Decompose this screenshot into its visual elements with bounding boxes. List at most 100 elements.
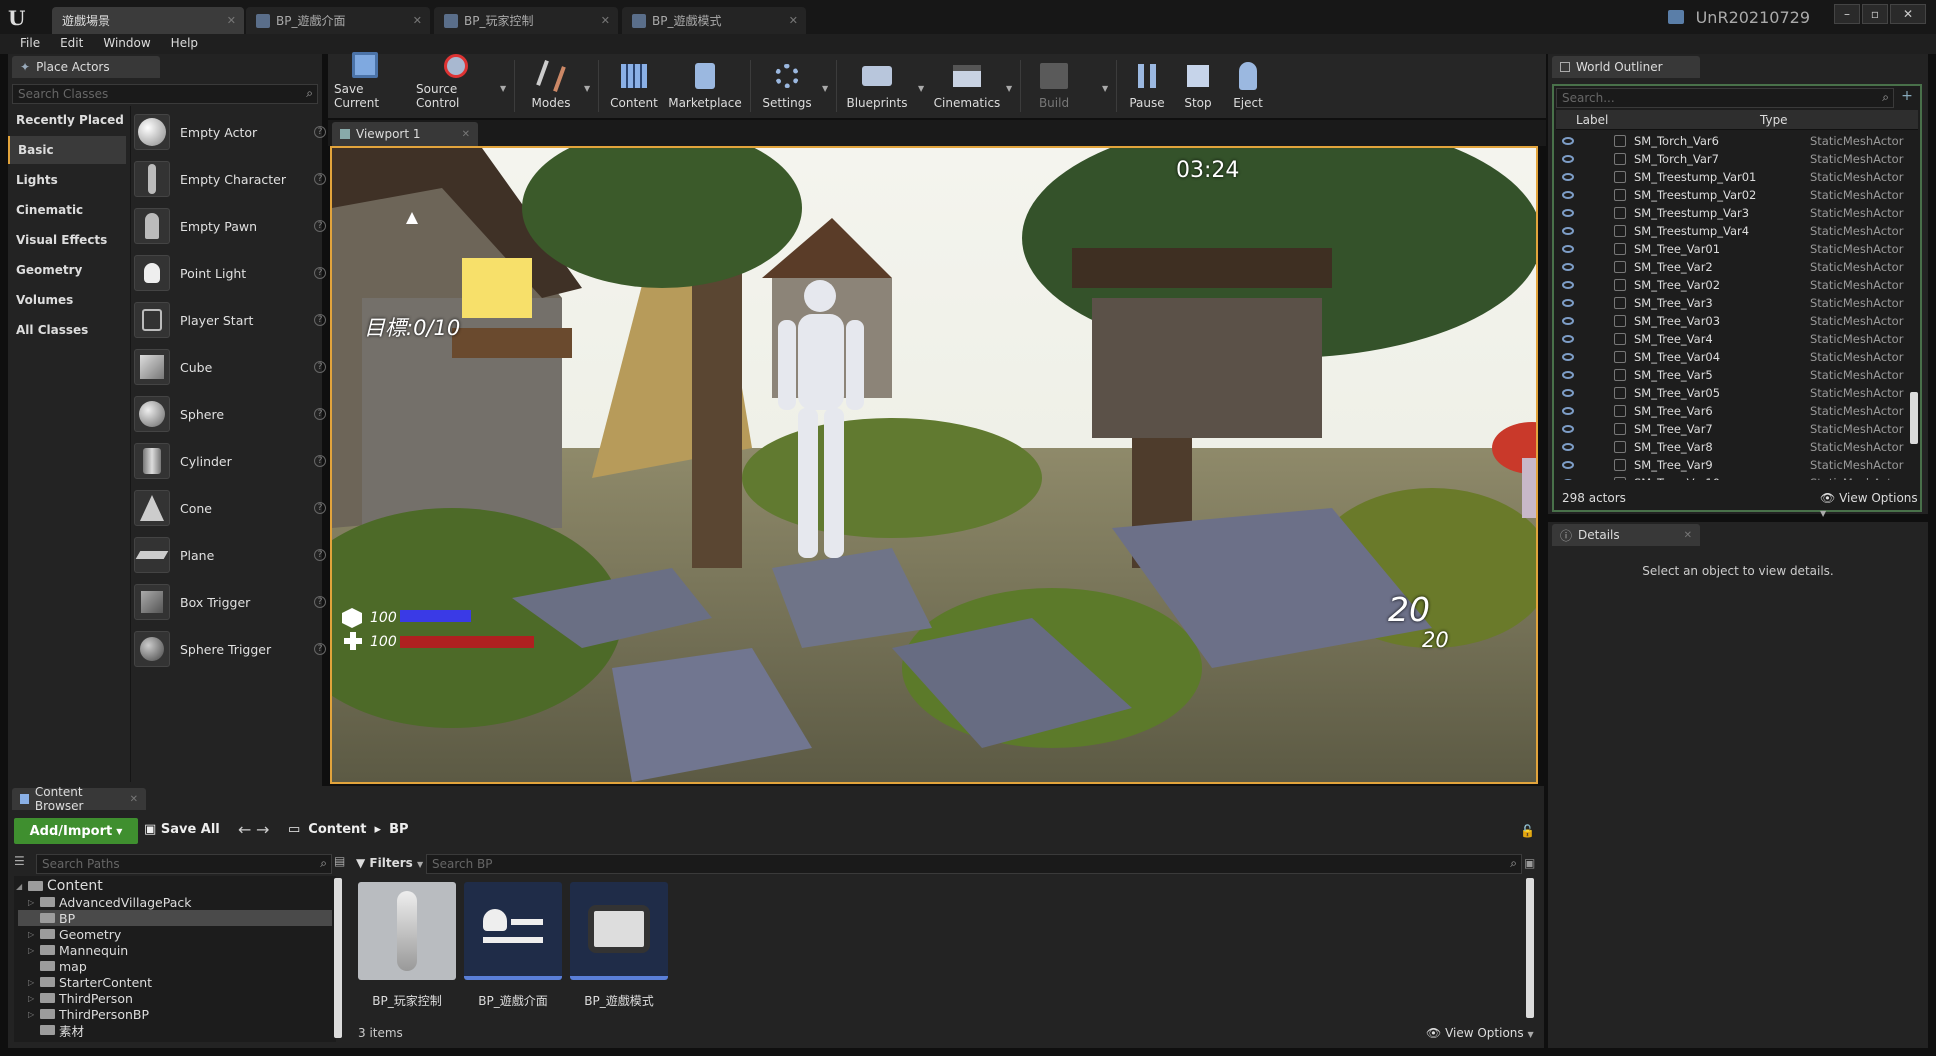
outliner-row[interactable]: SM_Treestump_Var4 StaticMeshActor (1556, 222, 1908, 240)
actor-item-empty-character[interactable]: Empty Character ? (134, 157, 326, 201)
outliner-row[interactable]: SM_Tree_Var5 StaticMeshActor (1556, 366, 1908, 384)
tree-item-thirdperson[interactable]: ▷ ThirdPerson (28, 990, 133, 1006)
tree-item-mannequin[interactable]: ▷ Mannequin (28, 942, 128, 958)
help-icon[interactable]: ? (314, 220, 326, 232)
category-cinematic[interactable]: Cinematic (8, 196, 126, 224)
close-window-button[interactable]: ✕ (1890, 4, 1926, 24)
back-arrow-icon[interactable]: ← (238, 820, 251, 839)
outliner-row[interactable]: SM_Tree_Var6 StaticMeshActor (1556, 402, 1908, 420)
save-all-button[interactable]: ▣ Save All (144, 822, 220, 837)
visibility-eye-icon[interactable] (1562, 371, 1574, 379)
search-paths-input[interactable]: Search Paths ⌕ (36, 854, 332, 874)
help-icon[interactable]: ? (314, 455, 326, 467)
visibility-eye-icon[interactable] (1562, 335, 1574, 343)
visibility-eye-icon[interactable] (1562, 461, 1574, 469)
actor-item-cone[interactable]: Cone ? (134, 486, 326, 530)
tree-item-startercontent[interactable]: ▷ StarterContent (28, 974, 152, 990)
asset-tile-player-controller[interactable] (358, 882, 456, 980)
unreal-logo-icon[interactable]: U (8, 6, 34, 30)
category-basic[interactable]: Basic (8, 136, 126, 164)
visibility-eye-icon[interactable] (1562, 353, 1574, 361)
tree-item-geometry[interactable]: ▷ Geometry (28, 926, 121, 942)
tab-content-browser[interactable]: Content Browser ✕ (12, 785, 146, 813)
save-current-button[interactable]: Save Current (334, 52, 396, 114)
visibility-eye-icon[interactable] (1562, 191, 1574, 199)
content-button[interactable]: Content (604, 58, 664, 114)
build-button[interactable]: Build (1026, 58, 1082, 114)
category-recently-placed[interactable]: Recently Placed (8, 106, 126, 134)
outliner-view-options[interactable]: 👁 View Options ▼ (1820, 491, 1920, 519)
source-control-button[interactable]: Source Control (416, 54, 496, 114)
close-icon[interactable]: ✕ (462, 129, 470, 140)
blueprints-button[interactable]: Blueprints (842, 58, 912, 114)
help-icon[interactable]: ? (314, 643, 326, 655)
outliner-row[interactable]: SM_Tree_Var2 StaticMeshActor (1556, 258, 1908, 276)
doc-tab-level[interactable]: 遊戲場景 ✕ (52, 7, 244, 34)
filter-list-icon[interactable]: ▤ (334, 854, 350, 874)
asset-tile-game-ui[interactable] (464, 882, 562, 980)
filters-button[interactable]: ▼ Filters ▼ (356, 856, 426, 874)
col-type-header[interactable]: Type (1760, 113, 1788, 127)
outliner-row[interactable]: SM_Tree_Var7 StaticMeshActor (1556, 420, 1908, 438)
help-icon[interactable]: ? (314, 361, 326, 373)
category-all-classes[interactable]: All Classes (8, 316, 126, 344)
help-icon[interactable]: ? (314, 549, 326, 561)
chevron-down-icon[interactable]: ▼ (1102, 84, 1108, 93)
help-icon[interactable]: ? (314, 502, 326, 514)
forward-arrow-icon[interactable]: → (256, 820, 269, 839)
outliner-row[interactable]: SM_Tree_Var01 StaticMeshActor (1556, 240, 1908, 258)
actor-item-cube[interactable]: Cube ? (134, 345, 326, 389)
modes-button[interactable]: Modes (520, 58, 582, 114)
actor-item-empty-pawn[interactable]: Empty Pawn ? (134, 204, 326, 248)
menu-file[interactable]: File (10, 34, 50, 54)
actor-item-plane[interactable]: Plane ? (134, 533, 326, 577)
help-icon[interactable]: ? (314, 314, 326, 326)
actor-item-point-light[interactable]: Point Light ? (134, 251, 326, 295)
visibility-eye-icon[interactable] (1562, 245, 1574, 253)
category-visual-effects[interactable]: Visual Effects (8, 226, 126, 254)
asset-tile-game-mode[interactable] (570, 882, 668, 980)
visibility-eye-icon[interactable] (1562, 443, 1574, 451)
add-filter-icon[interactable]: + (1898, 88, 1916, 108)
close-icon[interactable]: ✕ (601, 14, 610, 27)
cinematics-button[interactable]: Cinematics (932, 58, 1002, 114)
content-view-options[interactable]: 👁 View Options ▼ (1426, 1026, 1534, 1040)
visibility-eye-icon[interactable] (1562, 173, 1574, 181)
visibility-eye-icon[interactable] (1562, 389, 1574, 397)
menu-window[interactable]: Window (93, 34, 160, 54)
breadcrumb-content[interactable]: Content (308, 822, 366, 837)
doc-tab-bp-player[interactable]: BP_玩家控制 ✕ (434, 7, 618, 34)
col-label-header[interactable]: Label (1576, 113, 1608, 127)
close-icon[interactable]: ✕ (227, 14, 236, 27)
actor-item-sphere-trigger[interactable]: Sphere Trigger ? (134, 627, 326, 671)
add-import-button[interactable]: Add/Import ▼ (14, 818, 138, 844)
chevron-down-icon[interactable]: ▼ (500, 84, 506, 93)
actor-item-cylinder[interactable]: Cylinder ? (134, 439, 326, 483)
doc-tab-bp-gamemode[interactable]: BP_遊戲模式 ✕ (622, 7, 806, 34)
visibility-eye-icon[interactable] (1562, 263, 1574, 271)
history-icon[interactable]: ▣ (1524, 856, 1535, 870)
source-control-status-icon[interactable] (1668, 10, 1684, 24)
close-icon[interactable]: ✕ (789, 14, 798, 27)
sources-toggle-icon[interactable]: ☰ (14, 854, 32, 874)
actor-item-empty-actor[interactable]: Empty Actor ? (134, 110, 326, 154)
menu-help[interactable]: Help (161, 34, 208, 54)
outliner-row[interactable]: SM_Treestump_Var01 StaticMeshActor (1556, 168, 1908, 186)
outliner-scrollbar[interactable] (1910, 392, 1918, 444)
outliner-row[interactable]: SM_Tree_Var02 StaticMeshActor (1556, 276, 1908, 294)
chevron-down-icon[interactable]: ▼ (822, 84, 828, 93)
visibility-eye-icon[interactable] (1562, 155, 1574, 163)
chevron-down-icon[interactable]: ▼ (584, 84, 590, 93)
outliner-row[interactable]: SM_Tree_Var9 StaticMeshActor (1556, 456, 1908, 474)
breadcrumb-bp[interactable]: BP (389, 822, 408, 837)
outliner-row[interactable]: SM_Torch_Var6 StaticMeshActor (1556, 132, 1908, 150)
visibility-eye-icon[interactable] (1562, 281, 1574, 289)
outliner-row[interactable]: SM_Tree_Var05 StaticMeshActor (1556, 384, 1908, 402)
visibility-eye-icon[interactable] (1562, 209, 1574, 217)
tab-details[interactable]: ⓘ Details ✕ (1552, 524, 1700, 546)
menu-edit[interactable]: Edit (50, 34, 93, 54)
outliner-row[interactable]: SM_Treestump_Var02 StaticMeshActor (1556, 186, 1908, 204)
minimize-button[interactable]: – (1834, 4, 1860, 24)
eject-button[interactable]: Eject (1224, 58, 1272, 114)
visibility-eye-icon[interactable] (1562, 425, 1574, 433)
